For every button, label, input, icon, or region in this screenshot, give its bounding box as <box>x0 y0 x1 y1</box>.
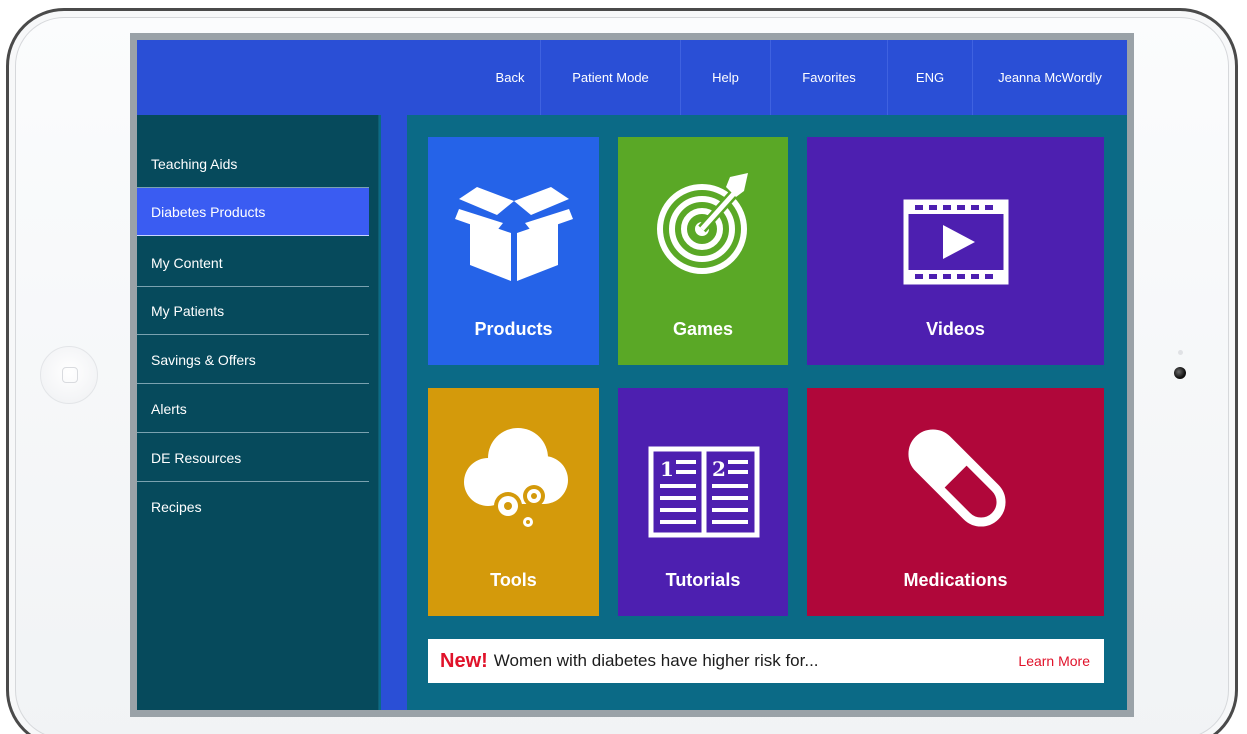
sidebar-item-label: Savings & Offers <box>151 351 256 368</box>
favorites-button[interactable]: Favorites <box>770 40 887 115</box>
tile-videos[interactable]: Videos <box>807 137 1104 365</box>
tile-products[interactable]: Products <box>428 137 599 365</box>
sidebar-item-label: Teaching Aids <box>151 155 238 172</box>
pill-icon <box>908 429 1006 527</box>
tile-tools[interactable]: Tools <box>428 388 599 616</box>
sidebar-item-my-patients[interactable]: My Patients <box>137 287 369 335</box>
tile-label: Products <box>474 319 553 339</box>
svg-text:2: 2 <box>712 457 726 481</box>
tile-label: Tutorials <box>665 570 741 590</box>
help-button[interactable]: Help <box>680 40 770 115</box>
sidebar-item-alerts[interactable]: Alerts <box>137 385 369 433</box>
tile-label: Games <box>672 319 734 339</box>
news-headline: Women with diabetes have higher risk for… <box>493 651 819 670</box>
app-window: Back Patient Mode Help Favorites ENG Jea… <box>137 40 1127 710</box>
tile-games[interactable]: Games <box>618 137 788 365</box>
tile-label: Medications <box>903 570 1008 590</box>
target-icon <box>657 173 748 274</box>
new-badge: New! <box>440 649 488 672</box>
camera-icon <box>1174 367 1186 379</box>
top-nav-bar: Back Patient Mode Help Favorites ENG Jea… <box>137 40 1127 115</box>
sidebar-item-de-resources[interactable]: DE Resources <box>137 434 369 482</box>
home-button[interactable] <box>40 346 98 404</box>
tile-medications[interactable]: Medications <box>807 388 1104 616</box>
svg-text:1: 1 <box>660 457 674 481</box>
cloud-gears-icon <box>464 428 568 530</box>
book-icon: 1 2 <box>648 446 760 538</box>
box-icon <box>455 187 573 281</box>
patient-mode-button[interactable]: Patient Mode <box>540 40 680 115</box>
sidebar: Teaching Aids Diabetes Products My Conte… <box>137 115 379 710</box>
sidebar-item-my-content[interactable]: My Content <box>137 239 369 287</box>
video-icon <box>903 199 1009 285</box>
back-button[interactable]: Back <box>480 40 540 115</box>
learn-more-link[interactable]: Learn More <box>1018 653 1090 669</box>
sidebar-item-savings-offers[interactable]: Savings & Offers <box>137 336 369 384</box>
sidebar-item-teaching-aids[interactable]: Teaching Aids <box>137 140 369 188</box>
sidebar-item-recipes[interactable]: Recipes <box>137 483 369 531</box>
sidebar-item-label: Diabetes Products <box>151 203 266 220</box>
sidebar-item-label: DE Resources <box>151 449 242 466</box>
sidebar-item-label: My Patients <box>151 302 225 319</box>
tile-label: Tools <box>490 570 537 590</box>
news-banner[interactable]: New! Women with diabetes have higher ris… <box>428 639 1104 683</box>
language-button[interactable]: ENG <box>887 40 972 115</box>
sensor-dot <box>1178 350 1183 355</box>
tile-label: Videos <box>926 319 985 339</box>
tile-tutorials[interactable]: 1 2 Tutorials <box>618 388 788 616</box>
sidebar-item-label: Alerts <box>151 400 187 417</box>
sidebar-item-label: My Content <box>151 254 223 271</box>
sidebar-item-label: Recipes <box>151 499 202 515</box>
sidebar-accent-strip <box>381 115 407 710</box>
home-square-icon <box>62 367 78 383</box>
sidebar-item-diabetes-products[interactable]: Diabetes Products <box>137 188 369 236</box>
user-menu-button[interactable]: Jeanna McWordly <box>972 40 1127 115</box>
tablet-screen: Back Patient Mode Help Favorites ENG Jea… <box>130 33 1134 717</box>
